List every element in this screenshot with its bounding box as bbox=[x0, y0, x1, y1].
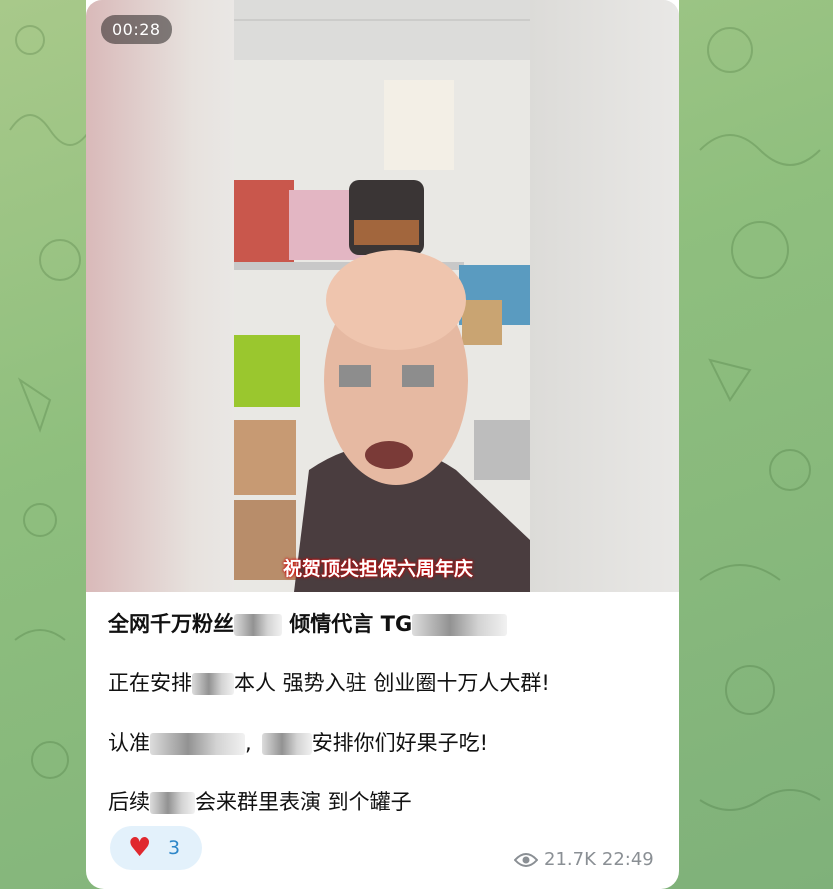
redacted-block bbox=[412, 614, 508, 636]
message-line-4: 后续 会来群里表演 到个罐子 bbox=[108, 786, 412, 816]
redacted-block bbox=[192, 673, 234, 695]
line4-text-a: 后续 bbox=[108, 790, 150, 814]
video-still bbox=[234, 0, 530, 592]
line3-text-b: 安排你们好果子吃! bbox=[311, 731, 489, 755]
message-bubble[interactable]: 00:28 祝贺顶尖担保六周年庆 全网千万粉丝 倾情代言 TG 正在安排 本人 强… bbox=[86, 0, 679, 889]
line4-text-b: 会来群里表演 到个罐子 bbox=[195, 790, 412, 814]
line3-text-a: 认准 bbox=[108, 731, 150, 755]
message-time: 22:49 bbox=[601, 849, 654, 870]
video-player[interactable]: 00:28 祝贺顶尖担保六周年庆 bbox=[86, 0, 679, 592]
video-caption: 祝贺顶尖担保六周年庆 bbox=[282, 558, 473, 580]
heart-icon: ♥ bbox=[128, 833, 152, 863]
redacted-block bbox=[261, 733, 312, 755]
message-line-3: 认准, 安排你们好果子吃! bbox=[108, 731, 489, 755]
message-meta: 21.7K 22:49 bbox=[514, 849, 654, 870]
reaction-count: 3 bbox=[168, 837, 181, 859]
video-frame bbox=[234, 0, 530, 592]
redacted-block bbox=[150, 792, 195, 814]
video-blur-right bbox=[529, 0, 679, 592]
redacted-block bbox=[150, 733, 245, 755]
reaction-pill[interactable]: ♥ 3 bbox=[110, 826, 202, 870]
line2-text-a: 正在安排 bbox=[108, 671, 192, 695]
message-line-1: 全网千万粉丝 倾情代言 TG bbox=[108, 608, 508, 638]
message-line-2: 正在安排 本人 强势入驻 创业圈十万人大群! bbox=[108, 667, 550, 697]
redacted-block bbox=[234, 614, 282, 636]
view-count: 21.7K bbox=[544, 849, 596, 870]
line1-text-b: 倾情代言 TG bbox=[289, 612, 413, 636]
line1-text-a: 全网千万粉丝 bbox=[108, 612, 234, 636]
video-duration-badge: 00:28 bbox=[101, 15, 172, 44]
eye-icon bbox=[514, 852, 538, 867]
line2-text-b: 本人 强势入驻 创业圈十万人大群! bbox=[234, 671, 550, 695]
